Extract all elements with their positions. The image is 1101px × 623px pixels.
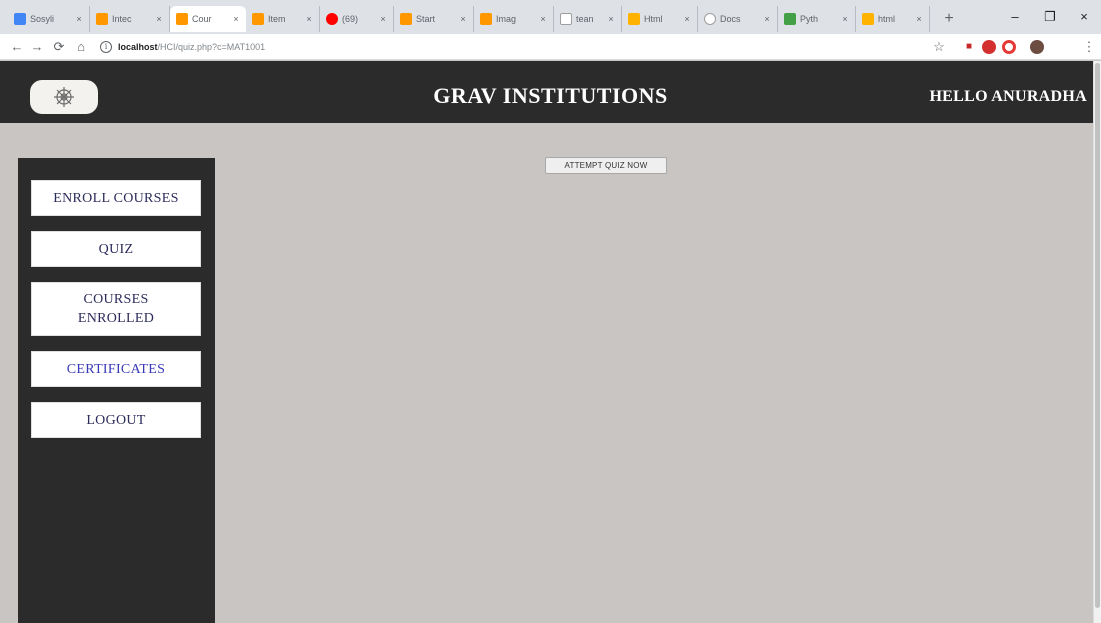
bookmark-star-icon[interactable]: ☆: [930, 38, 948, 56]
browser-toolbar: ← → ⟳ ⌂ i localhost/HCI/quiz.php?c=MAT10…: [0, 34, 1101, 60]
user-greeting: HELLO ANURADHA: [929, 88, 1087, 105]
browser-tab[interactable]: tean ×: [554, 6, 622, 32]
tab-favicon-icon: [560, 13, 572, 25]
tab-title: Docs: [720, 14, 741, 24]
site-header: GRAV INSTITUTIONS HELLO ANURADHA: [0, 61, 1093, 123]
tab-title: Item: [268, 14, 286, 24]
tab-favicon-icon: [96, 13, 108, 25]
back-icon[interactable]: ←: [8, 38, 26, 56]
tab-close-icon[interactable]: ×: [153, 14, 165, 24]
tab-close-icon[interactable]: ×: [230, 14, 242, 24]
url-path: /HCI/quiz.php?c=MAT1001: [157, 42, 266, 52]
browser-tab[interactable]: Html ×: [622, 6, 698, 32]
tab-favicon-icon: [480, 13, 492, 25]
scrollbar-thumb[interactable]: [1095, 63, 1100, 608]
attempt-quiz-button[interactable]: ATTEMPT QUIZ NOW: [545, 157, 667, 174]
maximize-icon[interactable]: ❐: [1037, 8, 1063, 26]
sidebar-item-enroll-courses[interactable]: ENROLL COURSES: [31, 180, 201, 216]
tab-close-icon[interactable]: ×: [681, 14, 693, 24]
sidebar-item-quiz[interactable]: QUIZ: [31, 231, 201, 267]
new-tab-icon[interactable]: +: [940, 10, 958, 28]
browser-tab[interactable]: Docs ×: [698, 6, 778, 32]
tab-close-icon[interactable]: ×: [377, 14, 389, 24]
url-host: localhost: [118, 42, 158, 52]
tab-favicon-icon: [862, 13, 874, 25]
tab-title: Start: [416, 14, 436, 24]
tab-favicon-icon: [628, 13, 640, 25]
browser-tab[interactable]: Item ×: [246, 6, 320, 32]
tab-close-icon[interactable]: ×: [839, 14, 851, 24]
browser-tab[interactable]: Start ×: [394, 6, 474, 32]
page-scrollbar[interactable]: [1093, 61, 1101, 623]
tab-favicon-icon: [784, 13, 796, 25]
tab-close-icon[interactable]: ×: [457, 14, 469, 24]
browser-tab[interactable]: Sosyli ×: [8, 6, 90, 32]
url-text: localhost/HCI/quiz.php?c=MAT1001: [118, 42, 265, 52]
sidebar-item-certificates[interactable]: CERTIFICATES: [31, 351, 201, 387]
forward-icon[interactable]: →: [28, 38, 46, 56]
sidebar: ENROLL COURSES QUIZ COURSES ENROLLED CER…: [18, 158, 215, 623]
site-info-icon[interactable]: i: [100, 41, 112, 53]
tab-favicon-icon: [252, 13, 264, 25]
record-icon[interactable]: [982, 40, 996, 54]
sidebar-item-courses-enrolled[interactable]: COURSES ENROLLED: [31, 282, 201, 336]
page: GRAV INSTITUTIONS HELLO ANURADHA ENROLL …: [0, 61, 1101, 623]
browser-tab-active[interactable]: Cour ×: [170, 6, 246, 32]
browser-tab-strip: Sosyli × Intec × Cour × Item × (69) × St…: [0, 0, 1101, 34]
tab-favicon-icon: [400, 13, 412, 25]
tab-favicon-icon: [176, 13, 188, 25]
tab-title: Intec: [112, 14, 132, 24]
close-window-icon[interactable]: ×: [1071, 8, 1097, 26]
tab-title: Pyth: [800, 14, 819, 24]
tab-title: Cour: [192, 14, 212, 24]
stop-icon[interactable]: ■: [962, 40, 976, 54]
tab-title: Html: [644, 14, 663, 24]
reload-icon[interactable]: ⟳: [50, 38, 68, 56]
tab-close-icon[interactable]: ×: [537, 14, 549, 24]
tab-close-icon[interactable]: ×: [761, 14, 773, 24]
tab-favicon-icon: [704, 13, 716, 25]
browser-tab[interactable]: Pyth ×: [778, 6, 856, 32]
tab-favicon-icon: [326, 13, 338, 25]
menu-icon[interactable]: ⋮: [1080, 38, 1098, 56]
opera-icon[interactable]: [1002, 40, 1016, 54]
browser-tab[interactable]: html ×: [856, 6, 930, 32]
tab-close-icon[interactable]: ×: [605, 14, 617, 24]
tab-close-icon[interactable]: ×: [73, 14, 85, 24]
minimize-icon[interactable]: –: [1002, 8, 1028, 26]
profile-icon[interactable]: [1030, 40, 1044, 54]
home-icon[interactable]: ⌂: [72, 38, 90, 56]
tab-title: Sosyli: [30, 14, 55, 24]
address-bar[interactable]: i localhost/HCI/quiz.php?c=MAT1001: [100, 37, 920, 57]
browser-tab[interactable]: (69) ×: [320, 6, 394, 32]
tab-title: Imag: [496, 14, 517, 24]
sidebar-item-logout[interactable]: LOGOUT: [31, 402, 201, 438]
tab-title: (69): [342, 14, 359, 24]
browser-tab[interactable]: Intec ×: [90, 6, 170, 32]
browser-tab[interactable]: Imag ×: [474, 6, 554, 32]
tab-favicon-icon: [14, 13, 26, 25]
tab-title: tean: [576, 14, 594, 24]
tab-close-icon[interactable]: ×: [303, 14, 315, 24]
tab-title: html: [878, 14, 896, 24]
tab-close-icon[interactable]: ×: [913, 14, 925, 24]
